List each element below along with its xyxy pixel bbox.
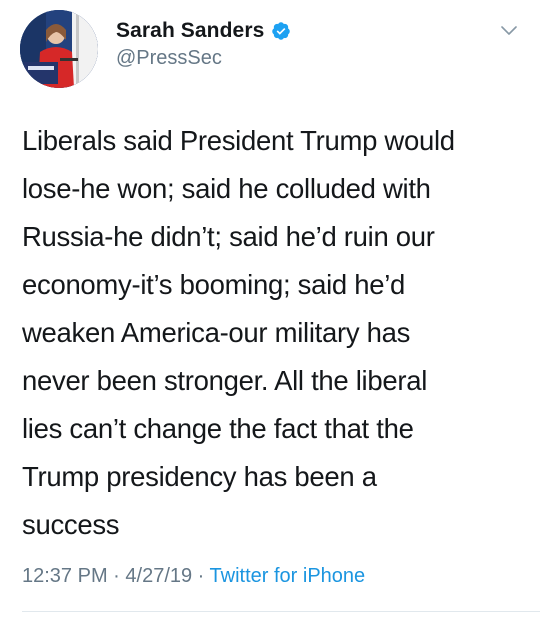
tweet-text-line: weaken America-our military has — [22, 317, 411, 348]
meta-separator: · — [107, 565, 126, 587]
tweet-text-line: Trump presidency has been a — [22, 461, 377, 492]
user-handle[interactable]: @PressSec — [116, 47, 222, 70]
divider — [22, 611, 540, 612]
tweet-text-line: lose-he won; said he colluded with — [22, 173, 431, 204]
tweet-text-line: never been stronger. All the liberal — [22, 365, 428, 396]
tweet-text: Liberals said President Trump would lose… — [22, 117, 522, 549]
tweet-metadata: 12:37 PM · 4/27/19 · Twitter for iPhone — [22, 565, 365, 588]
profile-photo-icon[interactable] — [20, 10, 98, 88]
tweet-text-line: success — [22, 509, 120, 540]
tweet-text-line: lies can’t change the fact that the — [22, 413, 414, 444]
tweet-card: Sarah Sanders @PressSec Liberals said Pr… — [0, 0, 540, 619]
tweet-text-line: Liberals said President Trump would — [22, 125, 455, 156]
tweet-text-line: economy-it’s booming; said he’d — [22, 269, 406, 300]
verified-badge-icon — [271, 21, 291, 41]
display-name[interactable]: Sarah Sanders — [116, 19, 264, 43]
chevron-down-icon[interactable] — [500, 24, 518, 36]
tweet-text-line: Russia-he didn’t; said he’d ruin our — [22, 221, 435, 252]
tweet-time[interactable]: 12:37 PM — [22, 565, 108, 587]
tweet-date[interactable]: 4/27/19 — [125, 565, 192, 587]
meta-separator: · — [192, 565, 210, 587]
tweet-source-link[interactable]: Twitter for iPhone — [210, 565, 366, 587]
author-name-row[interactable]: Sarah Sanders — [116, 18, 291, 44]
